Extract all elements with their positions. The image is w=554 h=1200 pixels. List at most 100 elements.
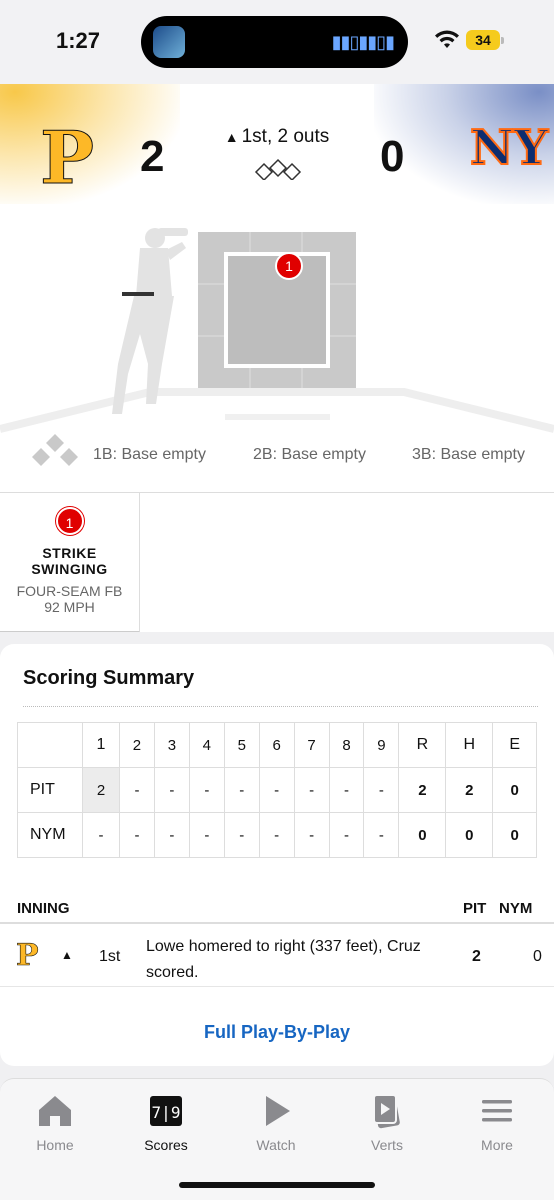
inning-header: 4 bbox=[188, 722, 225, 768]
pit-column-header: PIT bbox=[463, 900, 487, 917]
inning-header: 1 bbox=[81, 722, 121, 768]
dynamic-island[interactable]: ▮▮▯▮▮▯▮ bbox=[141, 16, 408, 68]
score-header: P 2 ▲ 1st, 2 outs 0 NY bbox=[0, 84, 554, 224]
errors-header: E bbox=[492, 722, 537, 768]
first-base-status: 1B: Base empty bbox=[93, 446, 206, 463]
scoring-summary-title: Scoring Summary bbox=[23, 667, 195, 689]
linescore-corner bbox=[17, 722, 83, 768]
plays-divider bbox=[0, 986, 554, 987]
second-base-status: 2B: Base empty bbox=[253, 446, 366, 463]
linescore-row-nym: NYM - - - - - - - - - 0 0 0 bbox=[17, 812, 537, 858]
inning-cell: - bbox=[258, 812, 295, 858]
pitch-speed: 92 MPH bbox=[44, 599, 95, 615]
team-abbr: NYM bbox=[17, 812, 83, 858]
status-bar: 1:27 ▮▮▯▮▮▯▮ 34 bbox=[0, 0, 554, 84]
inning-cell: - bbox=[328, 812, 365, 858]
full-play-by-play-link[interactable]: Full Play-By-Play bbox=[0, 1022, 554, 1043]
wifi-icon bbox=[435, 30, 459, 48]
verts-icon bbox=[373, 1094, 400, 1129]
tab-label: Verts bbox=[371, 1137, 403, 1153]
home-icon bbox=[39, 1096, 71, 1126]
errors-cell: 0 bbox=[492, 812, 537, 858]
inning-header: 8 bbox=[328, 722, 365, 768]
inning-cell: - bbox=[293, 812, 330, 858]
play-description: Lowe homered to right (337 feet), Cruz s… bbox=[146, 938, 421, 981]
tab-verts[interactable]: Verts bbox=[337, 1091, 437, 1153]
inning-header: 7 bbox=[293, 722, 330, 768]
inning-header: 3 bbox=[153, 722, 190, 768]
home-score: 0 bbox=[380, 132, 405, 181]
battery-indicator: 34 bbox=[466, 30, 500, 50]
tab-more[interactable]: More bbox=[447, 1091, 547, 1153]
tab-watch[interactable]: Watch bbox=[226, 1091, 326, 1153]
inning-status-text: 1st, 2 outs bbox=[241, 126, 330, 147]
inning-cell: - bbox=[223, 767, 260, 813]
third-base-status: 3B: Base empty bbox=[412, 446, 525, 463]
inning-cell: - bbox=[119, 767, 155, 813]
tab-label: More bbox=[481, 1137, 513, 1153]
audio-waveform-icon: ▮▮▯▮▮▯▮ bbox=[331, 32, 395, 52]
bases-diamond-icon bbox=[254, 158, 302, 180]
nym-column-header: NYM bbox=[499, 900, 533, 917]
play-inning: 1st bbox=[99, 948, 121, 965]
home-indicator[interactable] bbox=[179, 1182, 375, 1188]
status-time: 1:27 bbox=[56, 28, 101, 53]
inning-cell: - bbox=[188, 767, 225, 813]
inning-header: 6 bbox=[258, 722, 295, 768]
scoreboard-icon: 7|9 bbox=[150, 1096, 182, 1126]
scoring-play-row[interactable]: P ▲ 1st Lowe homered to right (337 feet)… bbox=[0, 924, 554, 986]
team-abbr: PIT bbox=[17, 767, 83, 813]
runs-cell: 0 bbox=[398, 812, 447, 858]
play-icon bbox=[266, 1096, 290, 1126]
pitch-type: FOUR-SEAM FB bbox=[16, 583, 123, 599]
inning-cell: - bbox=[81, 812, 121, 858]
tab-label: Scores bbox=[144, 1137, 188, 1153]
inning-cell: 2 bbox=[81, 767, 121, 813]
tab-label: Watch bbox=[256, 1137, 296, 1153]
inning-cell: - bbox=[258, 767, 295, 813]
inning-header: 5 bbox=[223, 722, 260, 768]
inning-cell: - bbox=[223, 812, 260, 858]
inning-cell: - bbox=[153, 812, 190, 858]
play-nym-score: 0 bbox=[533, 948, 542, 965]
title-divider bbox=[23, 706, 538, 707]
inning-cell: - bbox=[153, 767, 190, 813]
linescore-table: 1 2 3 4 5 6 7 8 9 R H E PIT 2 - - - - - … bbox=[17, 722, 537, 858]
pitch-card[interactable]: 1 STRIKE SWINGING FOUR-SEAM FB 92 MPH bbox=[0, 493, 140, 633]
inning-cell: - bbox=[188, 812, 225, 858]
section-divider bbox=[0, 1066, 554, 1078]
hits-cell: 0 bbox=[445, 812, 494, 858]
pitch-result-line1: STRIKE bbox=[42, 545, 97, 561]
top-inning-arrow-icon: ▲ bbox=[224, 129, 239, 145]
inning-cell: - bbox=[363, 767, 400, 813]
pitch-location-marker[interactable]: 1 bbox=[275, 252, 303, 280]
play-pit-score: 2 bbox=[472, 948, 481, 965]
strike-zone-view: 1 1B: Base empty 2B: Base empty 3B: Base… bbox=[0, 224, 554, 492]
inning-header: 9 bbox=[363, 722, 400, 768]
bases-status-icon bbox=[32, 434, 78, 466]
inning-header: 2 bbox=[119, 722, 155, 768]
hits-header: H bbox=[445, 722, 494, 768]
errors-cell: 0 bbox=[492, 767, 537, 813]
runs-cell: 2 bbox=[398, 767, 447, 813]
section-divider bbox=[0, 632, 554, 644]
inning-cell: - bbox=[119, 812, 155, 858]
hits-cell: 2 bbox=[445, 767, 494, 813]
batter-silhouette-icon bbox=[112, 228, 188, 414]
linescore-header-row: 1 2 3 4 5 6 7 8 9 R H E bbox=[17, 722, 537, 768]
mets-logo-icon[interactable]: NY bbox=[469, 123, 549, 173]
pitch-result-line2: SWINGING bbox=[31, 561, 108, 577]
menu-icon bbox=[482, 1100, 512, 1122]
svg-text:7|9: 7|9 bbox=[152, 1103, 181, 1122]
inning-cell: - bbox=[328, 767, 365, 813]
inning-column-header: INNING bbox=[17, 900, 70, 917]
pitch-number-badge: 1 bbox=[55, 507, 84, 535]
tab-home[interactable]: Home bbox=[5, 1091, 105, 1153]
linescore-row-pit: PIT 2 - - - - - - - - 2 2 0 bbox=[17, 767, 537, 813]
tab-scores[interactable]: 7|9 Scores bbox=[116, 1091, 216, 1153]
pirates-logo-icon: P bbox=[16, 938, 39, 974]
now-playing-artwork bbox=[153, 26, 185, 58]
battery-cap bbox=[501, 37, 504, 44]
top-inning-arrow-icon: ▲ bbox=[61, 948, 73, 962]
runs-header: R bbox=[398, 722, 447, 768]
